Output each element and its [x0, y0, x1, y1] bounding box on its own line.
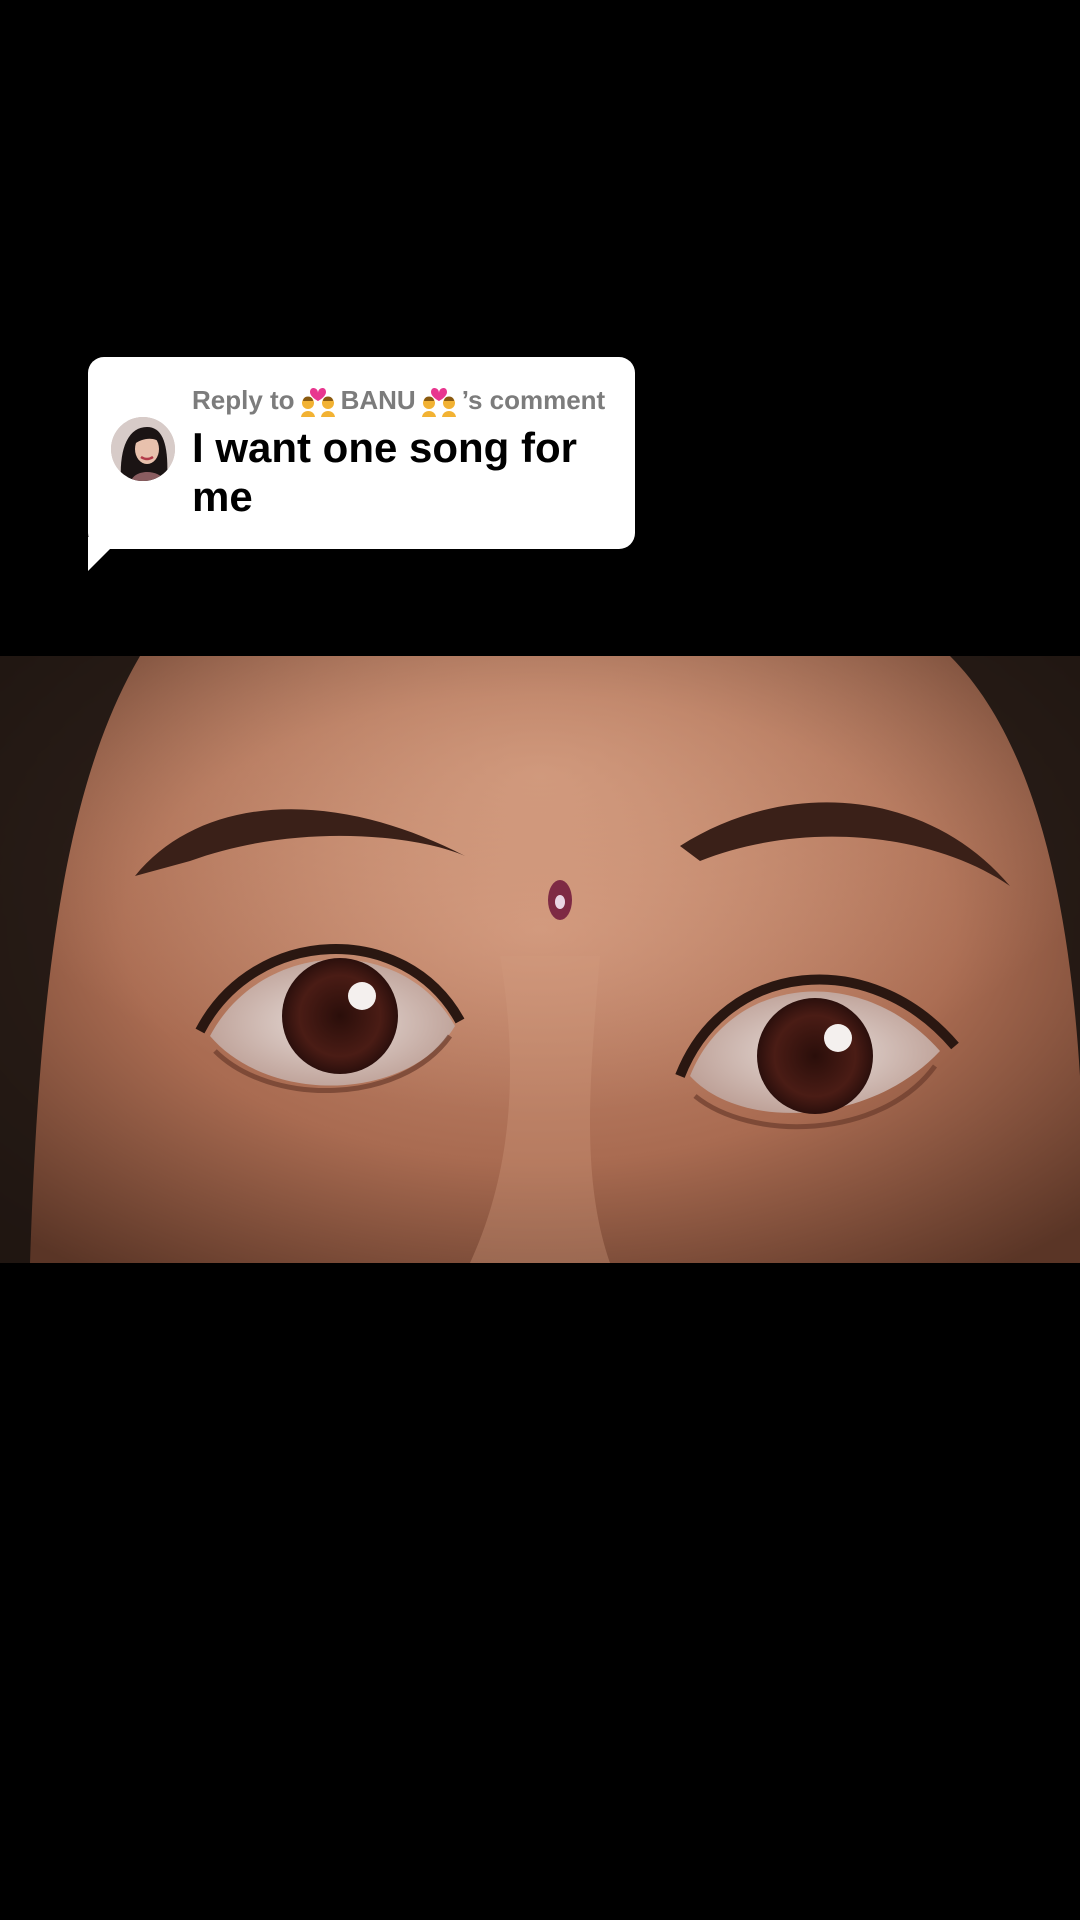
reply-prefix: Reply to — [192, 384, 295, 415]
reply-card-tail — [88, 537, 122, 571]
couple-with-heart-emoji-icon — [299, 383, 337, 417]
reply-possessive-suffix: ’s comment — [461, 384, 606, 415]
avatar[interactable] — [111, 417, 175, 481]
video-screen[interactable]: Reply to BANU ’s comment I want one song… — [0, 0, 1080, 1920]
avatar-image — [111, 417, 175, 481]
reply-comment-text: I want one song for me — [192, 424, 577, 520]
reply-username[interactable]: BANU — [341, 385, 416, 416]
video-frame[interactable] — [0, 656, 1080, 1263]
couple-with-heart-emoji-icon — [420, 383, 458, 417]
video-frame-image — [0, 656, 1080, 1263]
reply-header: Reply to BANU ’s comment — [192, 383, 605, 417]
reply-comment-card[interactable]: Reply to BANU ’s comment I want one song… — [88, 357, 635, 571]
